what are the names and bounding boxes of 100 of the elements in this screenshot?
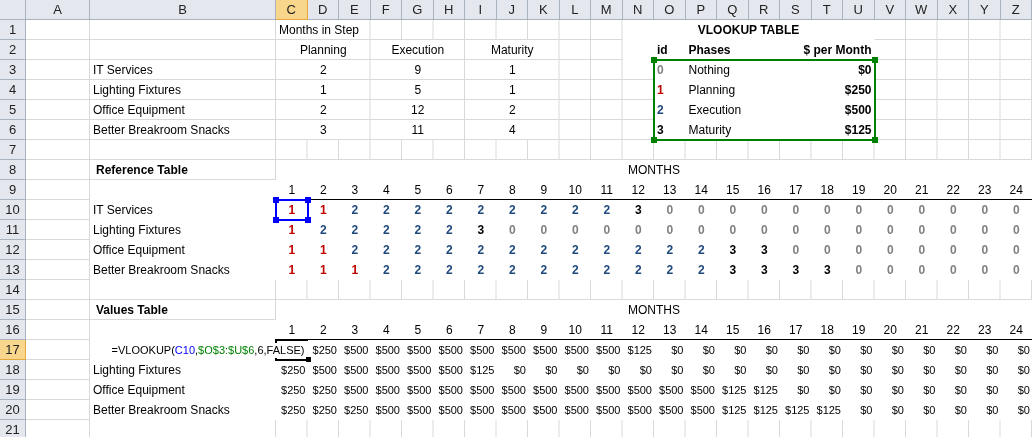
column-header[interactable]: L [559,0,591,20]
table-cell: $125 [722,382,747,398]
formula-text[interactable]: =VLOOKUP(C10,$O$3:$U$6,6,FALSE) [111,342,305,358]
column-header[interactable]: R [748,0,780,20]
column-header[interactable]: I [465,0,497,20]
month-header: 15 [726,322,740,338]
row-header[interactable]: 16 [0,320,26,340]
row-header[interactable]: 21 [0,420,26,437]
row-header[interactable]: 17 [0,340,26,360]
month-header: 1 [288,182,296,198]
column-header[interactable]: Y [969,0,1001,20]
table-cell: $125 [785,402,810,418]
table-cell: 2 [571,202,579,218]
column-header[interactable]: A [26,0,90,20]
table-cell: $500 [375,382,400,398]
month-header: 19 [852,322,866,338]
table-cell: 3 [760,262,768,278]
table-cell: $500 [438,402,463,418]
row-header[interactable]: 6 [0,120,26,140]
row-header[interactable]: 20 [0,400,26,420]
table-cell: 0 [855,222,863,238]
table-cell: 0 [697,222,705,238]
table-cell: $0 [545,362,558,378]
table-cell: 0 [855,242,863,258]
row-label: Better Breakroom Snacks [93,262,230,278]
column-header[interactable]: E [339,0,371,20]
row-header[interactable]: 18 [0,360,26,380]
table-cell: $250 [844,82,872,98]
column-header[interactable]: O [654,0,686,20]
table-cell: 0 [823,202,831,218]
column-header[interactable]: U [843,0,875,20]
row-header[interactable]: 7 [0,140,26,160]
table-cell: 0 [603,222,611,238]
row-header[interactable]: 3 [0,60,26,80]
row-header[interactable]: 1 [0,20,26,40]
table-cell: $500 [344,362,369,378]
column-header[interactable]: D [307,0,339,20]
column-header[interactable]: H [433,0,465,20]
column-header[interactable]: Z [1000,0,1032,20]
month-header: 11 [600,182,613,198]
column-header[interactable]: B [90,0,276,20]
column-header[interactable]: M [591,0,623,20]
table-cell: $0 [828,362,841,378]
row-header[interactable]: 8 [0,160,26,180]
column-header[interactable]: C [276,0,308,20]
row-header[interactable]: 15 [0,300,26,320]
column-label: Planning [299,42,347,58]
column-header[interactable]: F [370,0,402,20]
row-header[interactable]: 13 [0,260,26,280]
table-cell: 0 [855,202,863,218]
row-header[interactable]: 14 [0,280,26,300]
month-header: 12 [631,182,645,198]
column-header[interactable]: K [528,0,560,20]
table-cell: $0 [797,342,810,358]
table-cell: $500 [659,382,684,398]
table-cell: 2 [508,102,516,118]
column-header[interactable]: J [496,0,528,20]
column-header[interactable]: S [780,0,812,20]
row-header[interactable]: 11 [0,220,26,240]
column-header[interactable]: G [402,0,434,20]
row-header[interactable]: 9 [0,180,26,200]
table-cell: $0 [986,382,999,398]
row-header[interactable]: 19 [0,380,26,400]
column-header[interactable]: P [685,0,717,20]
table-cell: $500 [344,342,369,358]
column-header[interactable]: X [937,0,969,20]
table-cell: $250 [312,342,337,358]
table-cell: $500 [312,362,337,378]
table-cell: 3 [823,262,831,278]
row-header[interactable]: 5 [0,100,26,120]
table-cell: $0 [671,362,684,378]
month-header: 9 [540,322,548,338]
table-cell: 0 [981,202,989,218]
month-header: 12 [631,322,645,338]
table-cell: 0 [792,242,800,258]
select-all-corner[interactable] [0,0,26,20]
section-title: Values Table [96,302,168,318]
row-header[interactable]: 4 [0,80,26,100]
row-label: Lighting Fixtures [93,222,182,238]
row-header[interactable]: 12 [0,240,26,260]
table-cell: Nothing [688,62,730,78]
table-cell: 3 [657,122,664,138]
section-title: MONTHS [628,162,680,178]
row-label: Office Equipment [93,382,185,398]
table-cell: 2 [571,242,579,258]
column-header[interactable]: Q [717,0,749,20]
column-header[interactable]: T [811,0,843,20]
table-cell: 0 [666,222,674,238]
table-cell: 2 [319,222,327,238]
table-cell: Planning [688,82,736,98]
column-header[interactable]: W [906,0,938,20]
table-cell: $0 [608,362,621,378]
column-header[interactable]: V [874,0,906,20]
row-header[interactable]: 10 [0,200,26,220]
column-header[interactable]: N [622,0,654,20]
row-header[interactable]: 2 [0,40,26,60]
table-cell: $500 [596,342,621,358]
table-cell: $250 [281,362,306,378]
table-cell: $500 [533,342,558,358]
table-cell: 1 [657,82,664,98]
